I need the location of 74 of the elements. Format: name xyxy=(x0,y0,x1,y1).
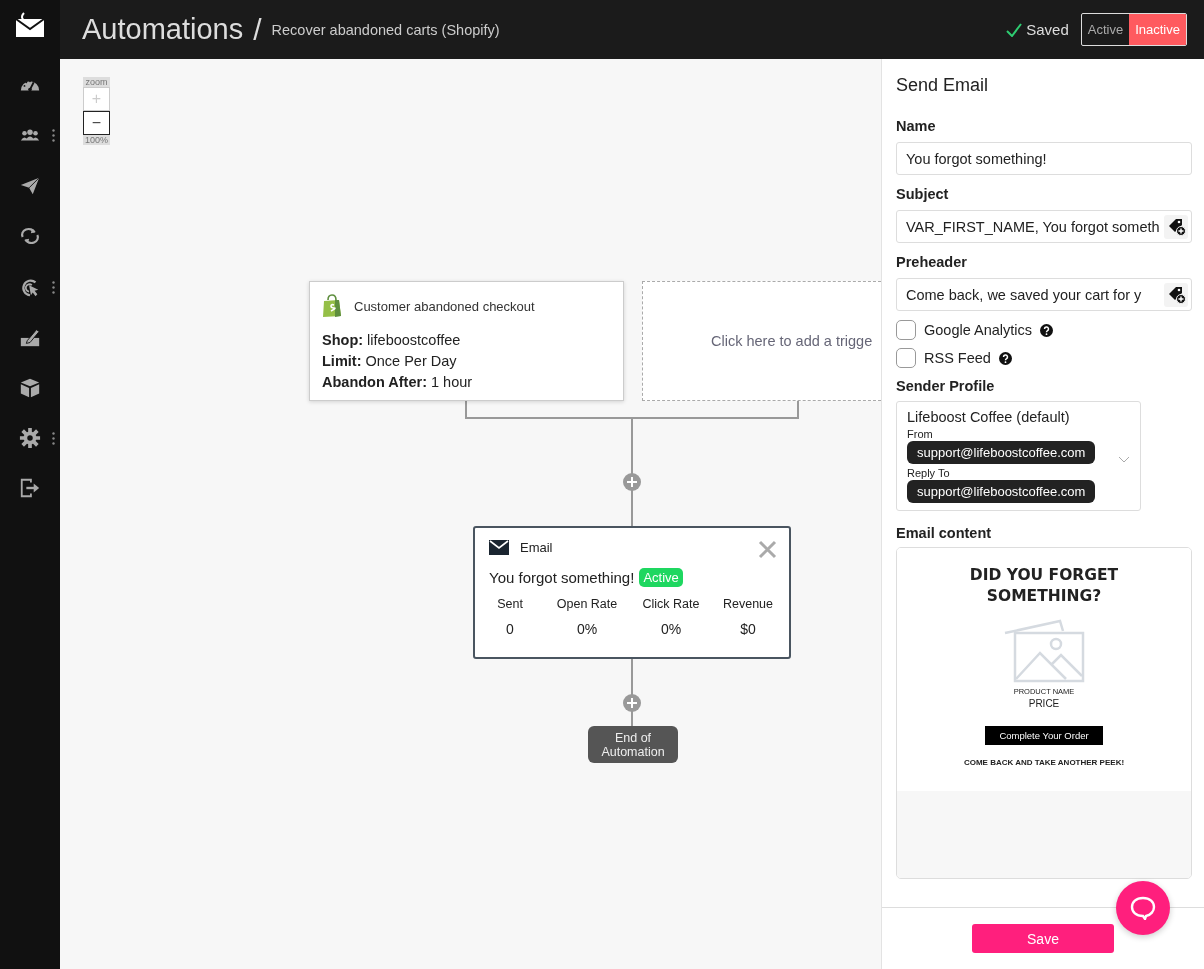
field-label: Preheader xyxy=(896,254,968,270)
step-type: Email xyxy=(520,540,553,555)
profile-name: Lifeboost Coffee (default) xyxy=(907,409,1071,425)
zoom-level: 100% xyxy=(84,135,109,145)
save-button[interactable]: Save xyxy=(972,924,1114,953)
email-chip: support@lifeboostcoffee.com xyxy=(907,441,1096,464)
trigger-card[interactable]: Customer abandoned checkout Shop: lifeboostcoffee Limit: Once Per Day Abandon After: 1 hour xyxy=(309,281,624,401)
checkbox-label: Google Analytics xyxy=(924,322,1032,338)
field-label: Sender Profile xyxy=(896,378,996,394)
stat-label: Sent xyxy=(496,597,524,611)
stat-value: 0% xyxy=(659,621,683,637)
complete-order-button: Complete Your Order xyxy=(985,726,1103,745)
trigger-detail: Abandon After: 1 hour xyxy=(322,373,474,392)
email-step-card[interactable]: Email You forgot something! Active Sent Open Rate Click Rate Revenue 0 0% 0% $0 xyxy=(473,526,791,659)
end-node: End of Automation xyxy=(588,726,678,763)
help-icon[interactable] xyxy=(998,351,1012,365)
chat-button[interactable] xyxy=(1116,881,1170,935)
email-heading: DID YOU FORGET SOMETHING? xyxy=(968,565,1120,607)
shopping-bag-icon xyxy=(322,294,342,318)
help-icon[interactable] xyxy=(1040,323,1053,337)
zoom-label: zoom xyxy=(84,77,109,87)
status-toggle-option[interactable]: Active xyxy=(1081,14,1130,45)
stat-label: Revenue xyxy=(721,597,774,611)
trigger-detail: Shop: lifeboostcoffee xyxy=(322,331,462,350)
box-icon xyxy=(19,376,41,399)
step-name: You forgot something! xyxy=(489,569,635,586)
more-icon[interactable] xyxy=(52,431,55,445)
checkbox[interactable] xyxy=(896,348,916,368)
more-icon[interactable] xyxy=(52,280,55,294)
panel-title: Send Email xyxy=(896,75,990,96)
email-chip: support@lifeboostcoffee.com xyxy=(907,480,1096,503)
trigger-detail: Limit: Once Per Day xyxy=(322,352,458,371)
breadcrumb-separator: / xyxy=(253,12,262,47)
from-label: From xyxy=(907,428,934,440)
product-price: PRICE xyxy=(1028,698,1060,709)
email-footer-text: COME BACK AND TAKE ANOTHER PEEK! xyxy=(963,758,1125,767)
settings-icon xyxy=(19,426,41,449)
add-tag-button[interactable] xyxy=(1164,282,1188,307)
add-step-button[interactable] xyxy=(623,473,641,491)
envelope-icon xyxy=(489,540,509,555)
stat-label: Click Rate xyxy=(641,597,701,611)
page-title: Automations xyxy=(82,13,244,46)
stat-label: Open Rate xyxy=(555,597,619,611)
status-badge: Active xyxy=(639,568,683,587)
nav-item[interactable] xyxy=(19,477,41,500)
automation-name: Recover abandoned carts (Shopify) xyxy=(271,21,501,38)
field-label: Subject xyxy=(896,186,950,202)
logout-icon xyxy=(19,477,41,500)
sender-profile-select[interactable]: Lifeboost Coffee (default) From support@lifeboostcoffee.com Reply To support@lifeboostcoffee.com xyxy=(896,401,1141,511)
zoom-out-button[interactable]: − xyxy=(83,111,110,135)
text-field[interactable]: You forgot something! xyxy=(896,142,1192,175)
trigger-title: Customer abandoned checkout xyxy=(354,298,535,314)
text-field[interactable]: Come back, we saved your cart for y xyxy=(896,278,1192,311)
add-step-button[interactable] xyxy=(623,694,641,712)
text-field[interactable]: VAR_FIRST_NAME, You forgot someth xyxy=(896,210,1192,243)
checkbox[interactable] xyxy=(896,320,916,340)
add-trigger-placeholder[interactable]: Click here to add a trigge xyxy=(642,281,881,401)
checkbox-label: RSS Feed xyxy=(924,350,991,366)
stat-value: $0 xyxy=(739,621,757,637)
nav-item[interactable] xyxy=(19,376,41,399)
chat-bubble-icon xyxy=(1130,896,1156,920)
stat-value: 0 xyxy=(505,621,515,637)
logo-icon[interactable] xyxy=(15,12,45,38)
check-icon xyxy=(1006,22,1023,37)
chevron-down-icon xyxy=(1118,456,1130,463)
nav-item[interactable] xyxy=(19,426,41,449)
more-icon[interactable] xyxy=(52,129,55,143)
field-label: Email content xyxy=(896,525,993,541)
add-tag-button[interactable] xyxy=(1164,214,1188,239)
image-placeholder-icon xyxy=(1004,619,1085,683)
saved-status: Saved xyxy=(1026,21,1069,38)
reply-to-label: Reply To xyxy=(907,467,951,479)
field-label: Name xyxy=(896,118,937,134)
stat-value: 0% xyxy=(575,621,599,637)
